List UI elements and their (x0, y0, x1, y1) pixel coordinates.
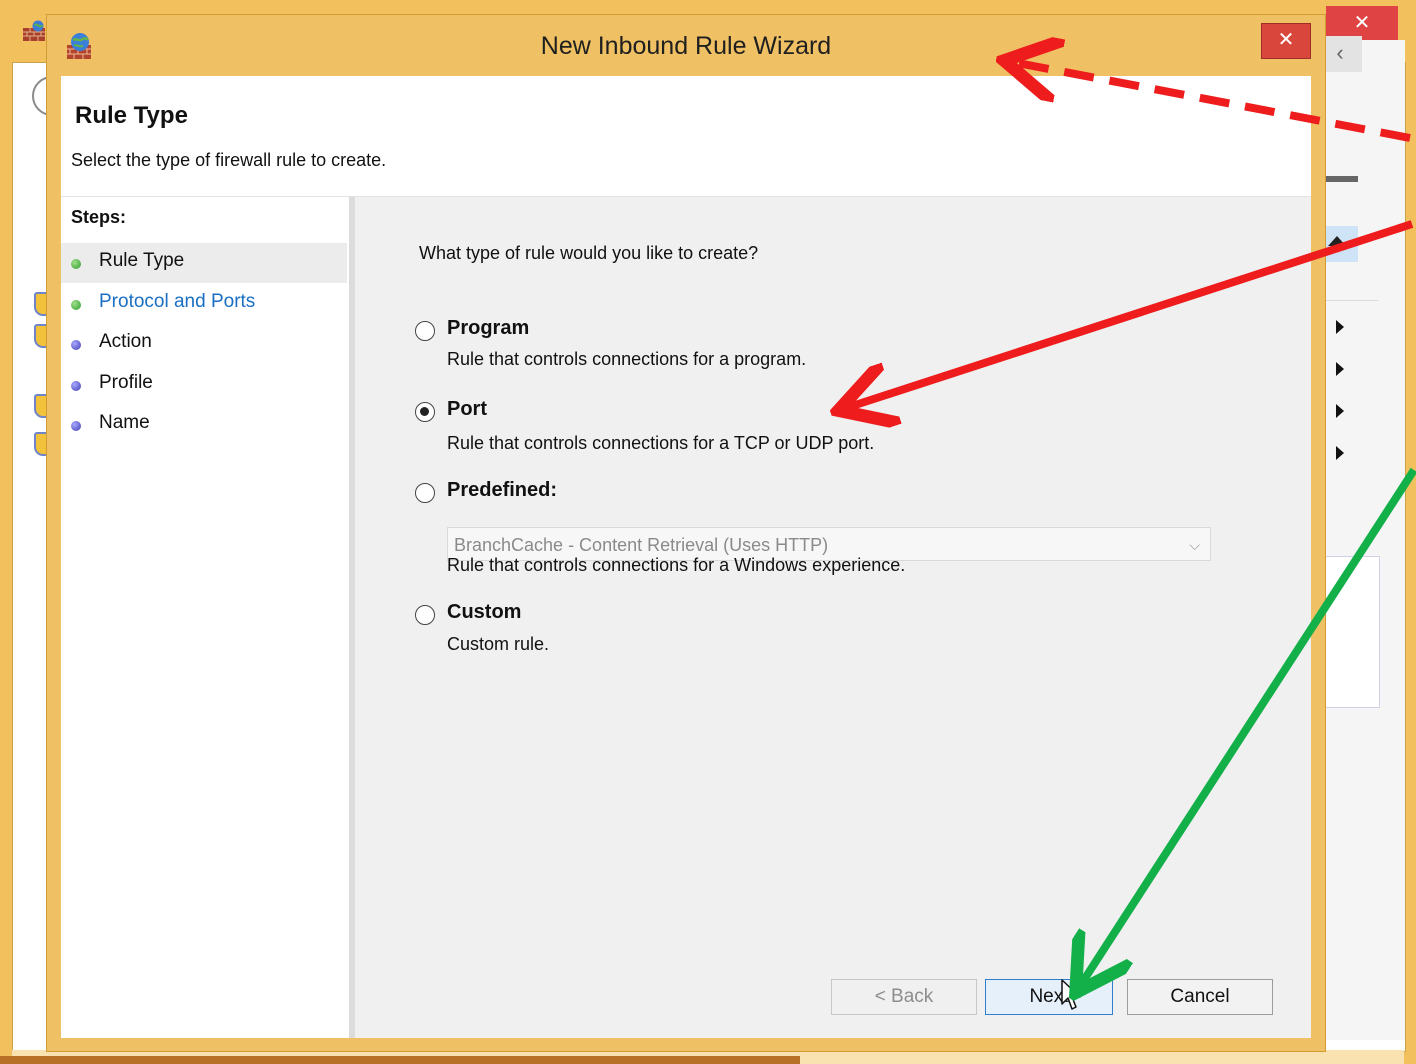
option-label-custom[interactable]: Custom (447, 601, 521, 624)
step-protocol-and-ports[interactable]: Protocol and Ports (61, 284, 347, 324)
page-title: Rule Type (75, 102, 188, 129)
dialog-body: Rule Type Select the type of firewall ru… (61, 76, 1311, 1038)
submenu-arrow-icon[interactable] (1336, 362, 1344, 376)
step-label: Name (99, 412, 150, 433)
submenu-arrow-icon[interactable] (1336, 320, 1344, 334)
blue-dot-icon (71, 421, 81, 431)
step-label: Rule Type (99, 250, 185, 271)
green-dot-icon (71, 300, 81, 310)
page-subtitle: Select the type of firewall rule to crea… (71, 150, 387, 170)
sort-up-icon[interactable] (1328, 236, 1346, 246)
option-label-port[interactable]: Port (447, 398, 487, 421)
option-desc-custom: Custom rule. (447, 634, 550, 654)
predefined-select-value: BranchCache - Content Retrieval (Uses HT… (454, 535, 829, 555)
step-profile: Profile (61, 365, 347, 405)
actions-pane (1318, 40, 1405, 1040)
back-button[interactable]: < Back (831, 979, 977, 1015)
new-inbound-rule-wizard: New Inbound Rule Wizard ✕ Rule Type Sele… (46, 14, 1326, 1052)
step-action: Action (61, 324, 347, 364)
steps-panel: Steps: Rule Type Protocol and Ports Acti… (61, 197, 355, 1038)
next-button[interactable]: Next (985, 979, 1113, 1015)
dialog-title: New Inbound Rule Wizard (540, 32, 832, 60)
step-label[interactable]: Protocol and Ports (99, 291, 255, 313)
step-name: Name (61, 405, 347, 445)
chevron-down-icon[interactable]: ⌵ (1189, 528, 1200, 562)
step-label: Profile (99, 372, 153, 393)
option-desc-port: Rule that controls connections for a TCP… (447, 433, 875, 453)
taskbar-edge (0, 1056, 800, 1064)
steps-heading: Steps: (71, 207, 127, 227)
blue-dot-icon (71, 340, 81, 350)
green-dot-icon (71, 259, 81, 269)
close-button[interactable]: ✕ (1261, 23, 1311, 59)
firewall-icon (23, 20, 45, 41)
actions-divider (1318, 300, 1378, 301)
step-rule-type: Rule Type (61, 243, 347, 283)
blue-dot-icon (71, 381, 81, 391)
radio-program[interactable] (415, 321, 435, 341)
rule-type-question: What type of rule would you like to crea… (419, 243, 759, 263)
option-desc-program: Rule that controls connections for a pro… (447, 349, 807, 369)
cancel-button[interactable]: Cancel (1127, 979, 1273, 1015)
firewall-globe-icon (67, 33, 91, 59)
option-label-predefined[interactable]: Predefined: (447, 479, 557, 502)
radio-predefined[interactable] (415, 483, 435, 503)
radio-custom[interactable] (415, 605, 435, 625)
option-desc-predefined: Rule that controls connections for a Win… (447, 555, 906, 575)
mouse-cursor-icon (1061, 979, 1081, 1010)
actions-pane-group (1318, 556, 1380, 708)
submenu-arrow-icon[interactable] (1336, 446, 1344, 460)
main-content: What type of rule would you like to crea… (355, 197, 1311, 1038)
dialog-header: Rule Type Select the type of firewall ru… (61, 76, 1311, 197)
option-label-program[interactable]: Program (447, 317, 529, 340)
radio-port[interactable] (415, 402, 435, 422)
submenu-arrow-icon[interactable] (1336, 404, 1344, 418)
step-label: Action (99, 331, 152, 352)
